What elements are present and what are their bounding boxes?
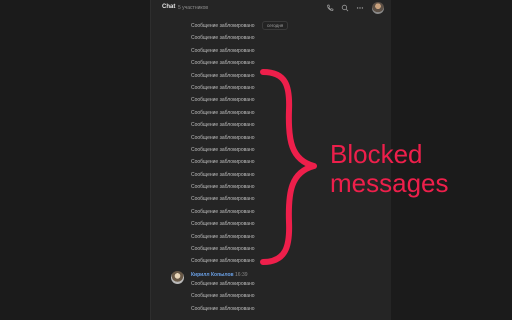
participants-count[interactable]: 5 участников [178, 5, 208, 11]
blocked-message[interactable]: Сообщение заблокировано [191, 119, 371, 131]
blocked-message[interactable]: Сообщение заблокировано [191, 20, 371, 32]
left-panel [0, 0, 150, 320]
blocked-message[interactable]: Сообщение заблокировано [191, 303, 371, 315]
search-icon[interactable] [341, 4, 349, 12]
blocked-message[interactable]: Сообщение заблокировано [191, 82, 371, 94]
phone-icon[interactable] [326, 4, 334, 12]
blocked-message[interactable]: Сообщение заблокировано [191, 218, 371, 230]
blocked-message[interactable]: Сообщение заблокировано [191, 231, 371, 243]
blocked-message[interactable]: Сообщение заблокировано [191, 94, 371, 106]
blocked-message[interactable]: Сообщение заблокировано [191, 243, 371, 255]
sender-avatar[interactable] [171, 271, 184, 284]
blocked-message[interactable]: Сообщение заблокировано [191, 290, 371, 302]
chat-title[interactable]: Chat [162, 4, 175, 10]
blocked-message[interactable]: Сообщение заблокировано [191, 45, 371, 57]
blocked-message[interactable]: Сообщение заблокировано [191, 278, 371, 290]
avatar[interactable] [372, 2, 384, 14]
blocked-message[interactable]: Сообщение заблокировано [191, 70, 371, 82]
sender-message-list: Сообщение заблокировано Сообщение заблоки… [191, 278, 371, 315]
chat-header: Chat 5 участников [151, 0, 391, 18]
blocked-message[interactable]: Сообщение заблокировано [191, 57, 371, 69]
blocked-message[interactable]: Сообщение заблокировано [191, 32, 371, 44]
more-icon[interactable] [356, 4, 364, 12]
blocked-message[interactable]: Сообщение заблокировано [191, 255, 371, 267]
blocked-messages-annotation: Blocked messages [330, 139, 449, 198]
blocked-message[interactable]: Сообщение заблокировано [191, 107, 371, 119]
blocked-message[interactable]: Сообщение заблокировано [191, 206, 371, 218]
